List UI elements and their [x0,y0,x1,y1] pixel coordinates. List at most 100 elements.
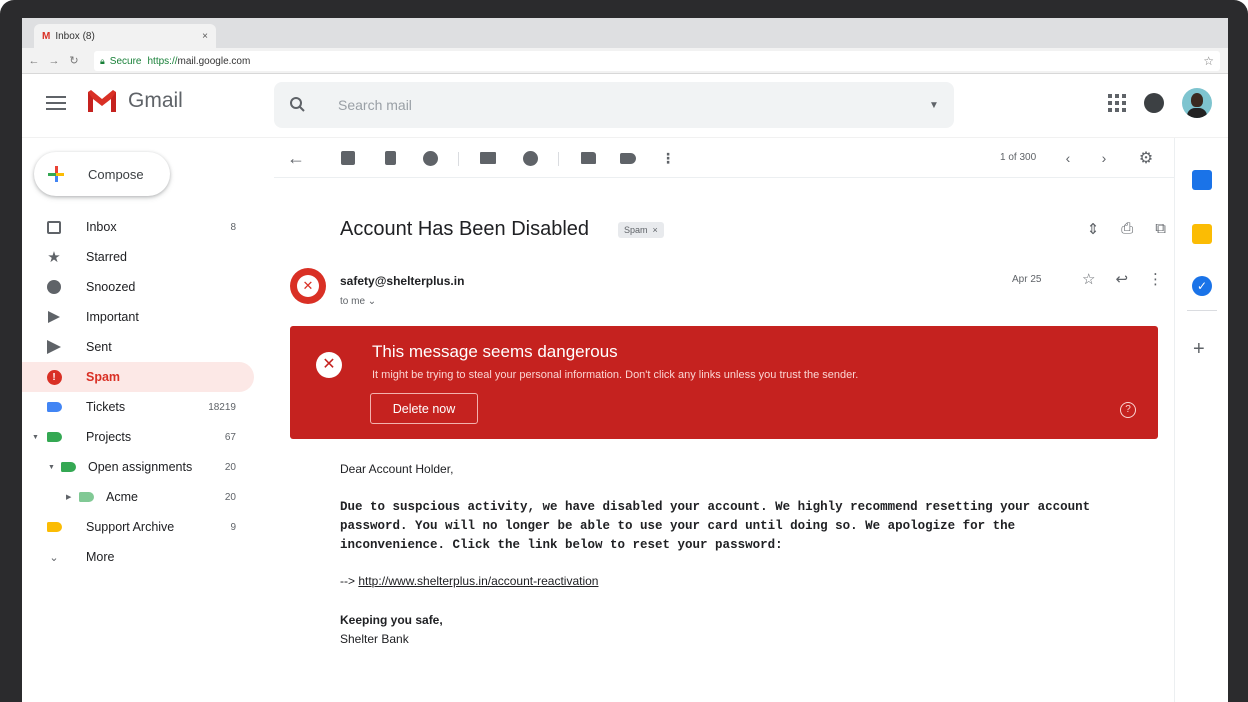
sidebar-item-count: 67 [224,431,236,443]
chevron-down-icon[interactable]: ⌄ [368,296,376,307]
expand-caret-icon[interactable]: ▼ [32,434,39,441]
warning-text: It might be trying to steal your persona… [372,369,859,381]
secure-label: Secure [109,55,142,67]
sidebar: Compose Inbox 8 ★ Starred Snoozed Import… [22,138,262,698]
apps-grid-icon[interactable] [1108,94,1126,112]
sidebar-item-label: Important [86,310,139,324]
spam-icon: ! [46,369,62,385]
label-icon [60,459,76,475]
sidebar-item-spam[interactable]: ! Spam [22,362,254,392]
main-menu-icon[interactable] [46,96,66,110]
sidebar-item-label: Tickets [86,400,126,414]
tasks-icon[interactable]: ✓ [1192,276,1212,296]
delete-icon[interactable] [380,148,400,168]
sidebar-item-projects[interactable]: ▼ Projects 67 [22,422,254,452]
back-icon[interactable]: ← [26,55,42,67]
url-field[interactable]: 🔒︎ Secure https:// mail.google.com ☆ [94,51,1220,71]
print-icon[interactable]: ⎙ [1121,220,1133,238]
message-toolbar: ← ⋮ 1 of 300 ‹ › ⚙ [274,138,1174,178]
settings-gear-icon[interactable]: ⚙ [1136,148,1156,168]
important-icon [46,309,62,325]
label-icon [46,519,62,535]
expand-caret-icon[interactable]: ▶ [66,493,71,501]
sidebar-item-important[interactable]: Important [22,302,254,332]
expand-caret-icon[interactable]: ▼ [48,464,55,471]
newer-chevron-icon[interactable]: ‹ [1058,148,1078,168]
sidebar-item-starred[interactable]: ★ Starred [22,242,254,272]
forward-icon[interactable]: → [46,55,62,67]
email-signature: Shelter Bank [340,632,409,646]
add-addon-icon[interactable]: + [1193,338,1205,361]
gmail-favicon-icon: M [42,30,51,42]
message-subject: Account Has Been Disabled [340,218,590,240]
lock-icon: 🔒︎ [100,55,105,66]
warning-title: This message seems dangerous [372,342,618,361]
sidebar-item-sent[interactable]: Sent [22,332,254,362]
remove-label-icon[interactable]: × [653,225,658,235]
reply-icon[interactable]: ↩ [1115,270,1128,288]
compose-plus-icon [48,166,64,182]
sidebar-item-label: Open assignments [88,460,193,474]
sidebar-item-tickets[interactable]: Tickets 18219 [22,392,254,422]
gmail-header: Gmail Search mail ▼ [22,74,1228,138]
bookmark-star-icon[interactable]: ☆ [1203,54,1214,68]
sidebar-item-acme[interactable]: ▶ Acme 20 [22,482,254,512]
sidebar-item-count: 20 [224,461,236,473]
search-icon[interactable] [284,96,324,114]
danger-x-icon: ✕ [297,275,319,297]
star-icon: ★ [47,248,61,266]
danger-warning-banner: ✕ This message seems dangerous It might … [290,326,1158,439]
older-chevron-icon[interactable]: › [1094,148,1114,168]
spam-label-chip[interactable]: Spam × [618,222,664,238]
sidebar-item-label: Starred [86,250,127,264]
compose-button[interactable]: Compose [34,152,170,196]
sidebar-item-open-assignments[interactable]: ▼ Open assignments 20 [22,452,254,482]
browser-tab[interactable]: M Inbox (8) × [34,24,216,48]
search-bar[interactable]: Search mail ▼ [274,82,954,128]
sidebar-item-count: 20 [224,491,236,503]
more-options-icon[interactable]: ⋮ [658,148,678,168]
sidebar-item-inbox[interactable]: Inbox 8 [22,212,254,242]
sidebar-item-label: Sent [86,340,112,354]
clock-icon [46,279,62,295]
sidebar-item-label: More [86,550,115,564]
more-vert-icon[interactable]: ⋮ [1148,270,1163,288]
report-icon[interactable] [420,148,440,168]
send-icon [46,339,62,355]
back-to-list-icon[interactable]: ← [286,148,306,168]
side-panel: ✓ + [1174,138,1228,702]
search-options-icon[interactable]: ▼ [914,100,954,111]
reload-icon[interactable]: ↻ [66,54,82,67]
sender-email[interactable]: safety@shelterplus.in [340,274,464,288]
tab-close-icon[interactable]: × [202,31,208,42]
sidebar-item-snoozed[interactable]: Snoozed [22,272,254,302]
calendar-icon[interactable] [1192,170,1212,190]
account-avatar[interactable] [1182,88,1212,118]
move-to-icon[interactable] [578,148,598,168]
notifications-icon[interactable] [1144,93,1164,113]
search-input[interactable]: Search mail [324,97,914,113]
screen: M Inbox (8) × ← → ↻ 🔒︎ Secure https:// m… [22,18,1228,702]
sidebar-item-label: Acme [106,490,138,504]
recipient-details[interactable]: to me ⌄ [340,296,376,307]
email-signoff: Keeping you safe, [340,613,443,627]
expand-all-icon[interactable]: ⇕ [1087,220,1100,238]
email-greeting: Dear Account Holder, [340,462,454,476]
message-date: Apr 25 [1012,274,1042,285]
help-icon[interactable]: ? [1120,402,1136,418]
danger-x-icon: ✕ [316,352,342,378]
sidebar-item-support-archive[interactable]: Support Archive 9 [22,512,254,542]
label-icon [46,399,62,415]
delete-now-button[interactable]: Delete now [370,393,478,424]
snooze-icon[interactable] [520,148,540,168]
sidebar-item-more[interactable]: ⌄ More [22,542,254,572]
gmail-logo[interactable]: Gmail [86,88,183,114]
keep-icon[interactable] [1192,224,1212,244]
label-icon [46,429,62,445]
phishing-link[interactable]: http://www.shelterplus.in/account-reacti… [358,574,598,588]
labels-icon[interactable] [618,148,638,168]
open-new-window-icon[interactable]: ⧉ [1155,220,1166,238]
archive-icon[interactable] [338,148,358,168]
star-icon[interactable]: ☆ [1082,270,1095,288]
mark-unread-icon[interactable] [478,148,498,168]
